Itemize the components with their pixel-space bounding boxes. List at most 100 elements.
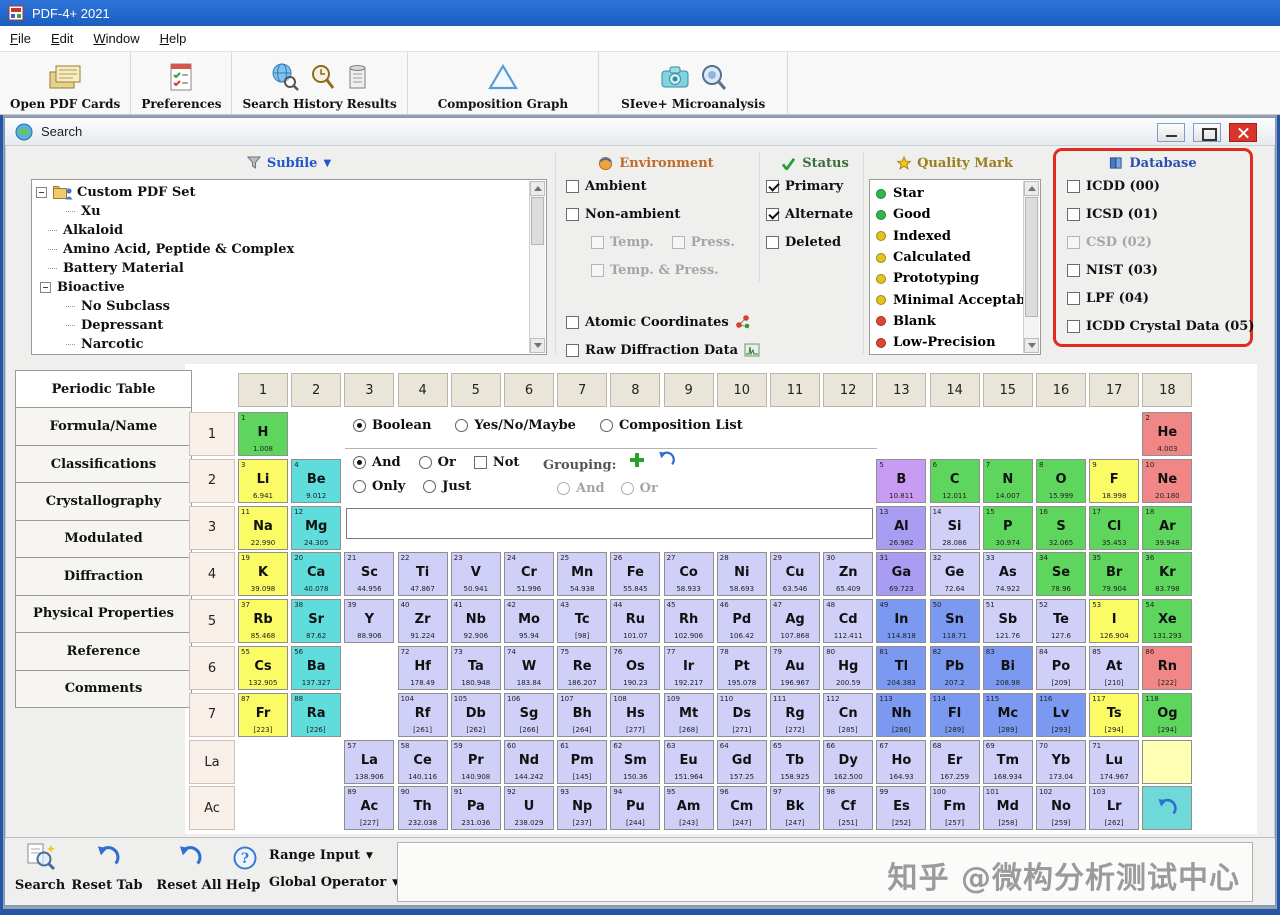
element-At[interactable]: 85At[210] <box>1089 646 1139 690</box>
element-Be[interactable]: 4Be9.012 <box>291 459 341 503</box>
element-B[interactable]: 5B10.811 <box>876 459 926 503</box>
element-Ca[interactable]: 20Ca40.078 <box>291 552 341 596</box>
radio-only[interactable]: Only <box>353 479 405 494</box>
element-S[interactable]: 16S32.065 <box>1036 506 1086 550</box>
element-Hg[interactable]: 80Hg200.59 <box>823 646 873 690</box>
group-header-6[interactable]: 6 <box>504 373 554 407</box>
element-K[interactable]: 19K39.098 <box>238 552 288 596</box>
element-Xe[interactable]: 54Xe131.293 <box>1142 599 1192 643</box>
element-Sn[interactable]: 50Sn118.71 <box>930 599 980 643</box>
element-Bk[interactable]: 97Bk[247] <box>770 786 820 830</box>
element-Ru[interactable]: 44Ru101.07 <box>610 599 660 643</box>
element-Fe[interactable]: 26Fe55.845 <box>610 552 660 596</box>
menu-file[interactable]: File <box>0 27 41 50</box>
element-Bi[interactable]: 83Bi208.98 <box>983 646 1033 690</box>
element-Si[interactable]: 14Si28.086 <box>930 506 980 550</box>
element-Zn[interactable]: 30Zn65.409 <box>823 552 873 596</box>
group-header-5[interactable]: 5 <box>451 373 501 407</box>
menu-edit[interactable]: Edit <box>41 27 83 50</box>
group-header-10[interactable]: 10 <box>717 373 767 407</box>
period-label-6[interactable]: 6 <box>189 646 235 690</box>
period-label-la[interactable]: La <box>189 740 235 784</box>
element-Co[interactable]: 27Co58.933 <box>664 552 714 596</box>
element-Zr[interactable]: 40Zr91.224 <box>398 599 448 643</box>
element-Cf[interactable]: 98Cf[251] <box>823 786 873 830</box>
element-Cm[interactable]: 96Cm[247] <box>717 786 767 830</box>
global-operator-dropdown[interactable]: Global Operator ▼ <box>269 875 399 890</box>
element-Ge[interactable]: 32Ge72.64 <box>930 552 980 596</box>
element-Cu[interactable]: 29Cu63.546 <box>770 552 820 596</box>
element-C[interactable]: 6C12.011 <box>930 459 980 503</box>
element-Ag[interactable]: 47Ag107.868 <box>770 599 820 643</box>
element-Cs[interactable]: 55Cs132.905 <box>238 646 288 690</box>
help-button[interactable]: ? <box>233 846 257 874</box>
group-header-11[interactable]: 11 <box>770 373 820 407</box>
element-Lv[interactable]: 116Lv[293] <box>1036 693 1086 737</box>
group-header-2[interactable]: 2 <box>291 373 341 407</box>
element-Pt[interactable]: 78Pt195.078 <box>717 646 767 690</box>
element-Ho[interactable]: 67Ho164.93 <box>876 740 926 784</box>
element-Hs[interactable]: 108Hs[277] <box>610 693 660 737</box>
element-Fl[interactable]: 114Fl[289] <box>930 693 980 737</box>
element-Pu[interactable]: 94Pu[244] <box>610 786 660 830</box>
radio-just[interactable]: Just <box>423 479 471 494</box>
empty-selector-cell[interactable] <box>1142 740 1192 784</box>
element-Pd[interactable]: 46Pd106.42 <box>717 599 767 643</box>
element-Kr[interactable]: 36Kr83.798 <box>1142 552 1192 596</box>
undo-grouping-button[interactable] <box>657 450 676 473</box>
element-Ir[interactable]: 77Ir192.217 <box>664 646 714 690</box>
reset-all-button[interactable] <box>177 844 203 874</box>
element-U[interactable]: 92U238.029 <box>504 786 554 830</box>
element-Dy[interactable]: 66Dy162.500 <box>823 740 873 784</box>
element-Nd[interactable]: 60Nd144.242 <box>504 740 554 784</box>
group-header-14[interactable]: 14 <box>930 373 980 407</box>
element-P[interactable]: 15P30.974 <box>983 506 1033 550</box>
element-Au[interactable]: 79Au196.967 <box>770 646 820 690</box>
element-Tb[interactable]: 65Tb158.925 <box>770 740 820 784</box>
element-Re[interactable]: 75Re186.207 <box>557 646 607 690</box>
element-Sc[interactable]: 21Sc44.956 <box>344 552 394 596</box>
element-Ce[interactable]: 58Ce140.116 <box>398 740 448 784</box>
radio-yes-no-maybe[interactable]: Yes/No/Maybe <box>455 418 576 433</box>
element-Pr[interactable]: 59Pr140.908 <box>451 740 501 784</box>
element-Rh[interactable]: 45Rh102.906 <box>664 599 714 643</box>
toolbar-open-pdf-cards-button[interactable]: Open PDF Cards <box>0 52 131 114</box>
element-Po[interactable]: 84Po[209] <box>1036 646 1086 690</box>
element-Es[interactable]: 99Es[252] <box>876 786 926 830</box>
group-header-12[interactable]: 12 <box>823 373 873 407</box>
reset-elements-button[interactable] <box>1142 786 1192 830</box>
element-Ds[interactable]: 110Ds[271] <box>717 693 767 737</box>
element-Mo[interactable]: 42Mo95.94 <box>504 599 554 643</box>
period-label-ac[interactable]: Ac <box>189 786 235 830</box>
element-Cl[interactable]: 17Cl35.453 <box>1089 506 1139 550</box>
toolbar-sieve-microanalysis-button[interactable]: SIeve+ Microanalysis <box>599 52 788 114</box>
element-Md[interactable]: 101Md[258] <box>983 786 1033 830</box>
element-Fm[interactable]: 100Fm[257] <box>930 786 980 830</box>
checkbox-not[interactable]: Not <box>474 455 520 470</box>
element-N[interactable]: 7N14.007 <box>983 459 1033 503</box>
element-H[interactable]: 1H1.008 <box>238 412 288 456</box>
group-header-16[interactable]: 16 <box>1036 373 1086 407</box>
element-Mt[interactable]: 109Mt[268] <box>664 693 714 737</box>
element-Mg[interactable]: 12Mg24.305 <box>291 506 341 550</box>
search-button[interactable] <box>25 842 57 878</box>
element-Pa[interactable]: 91Pa231.036 <box>451 786 501 830</box>
group-header-4[interactable]: 4 <box>398 373 448 407</box>
add-group-button[interactable] <box>629 452 645 472</box>
group-header-18[interactable]: 18 <box>1142 373 1192 407</box>
element-No[interactable]: 102No[259] <box>1036 786 1086 830</box>
element-Cd[interactable]: 48Cd112.411 <box>823 599 873 643</box>
group-header-17[interactable]: 17 <box>1089 373 1139 407</box>
element-Nb[interactable]: 41Nb92.906 <box>451 599 501 643</box>
element-Tm[interactable]: 69Tm168.934 <box>983 740 1033 784</box>
help-label[interactable]: Help <box>211 878 275 893</box>
element-La[interactable]: 57La138.906 <box>344 740 394 784</box>
element-Br[interactable]: 35Br79.904 <box>1089 552 1139 596</box>
period-label-3[interactable]: 3 <box>189 506 235 550</box>
element-In[interactable]: 49In114.818 <box>876 599 926 643</box>
radio-or[interactable]: Or <box>419 455 456 470</box>
element-Ba[interactable]: 56Ba137.327 <box>291 646 341 690</box>
element-V[interactable]: 23V50.941 <box>451 552 501 596</box>
element-Am[interactable]: 95Am[243] <box>664 786 714 830</box>
group-header-8[interactable]: 8 <box>610 373 660 407</box>
